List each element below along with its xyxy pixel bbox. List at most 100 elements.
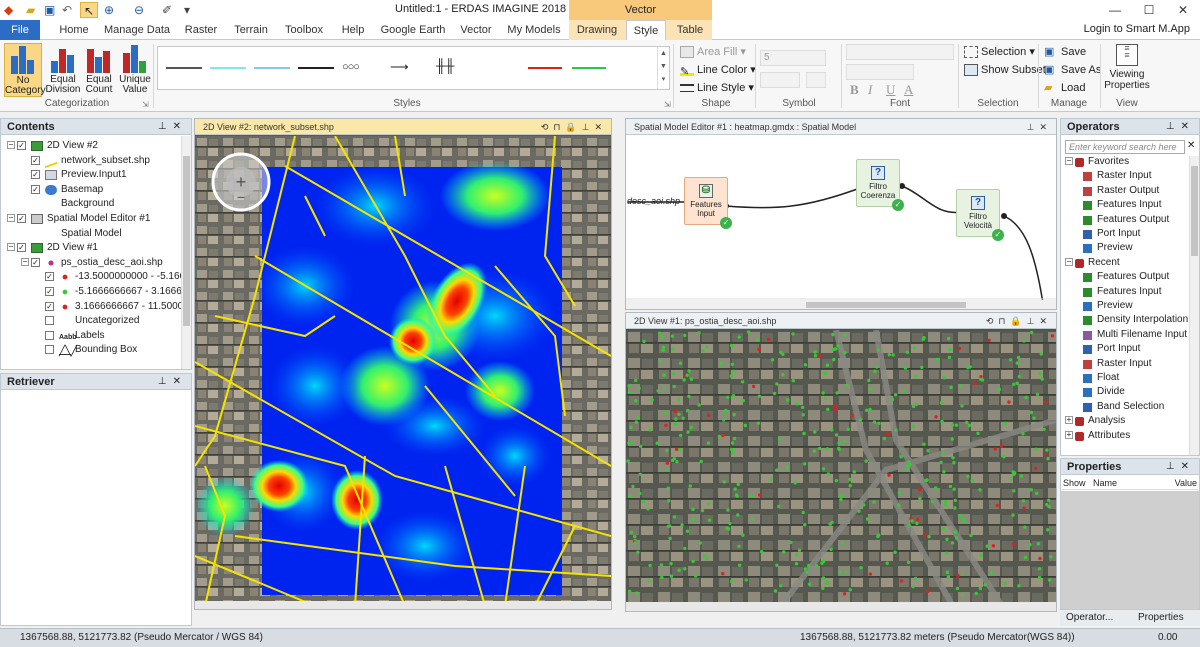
unique-value-button[interactable]: Unique Value: [116, 43, 154, 97]
contents-item[interactable]: ✓ network_subset.shp: [1, 153, 179, 168]
bold-button[interactable]: B: [850, 82, 859, 98]
style-sample-red[interactable]: [528, 67, 562, 69]
gallery-scroll[interactable]: ▲ ▼ ▾: [657, 47, 669, 89]
contents-item[interactable]: Background: [1, 197, 179, 211]
expander-icon[interactable]: −: [21, 257, 29, 266]
contents-item[interactable]: − ✓ 2D View #2: [1, 139, 179, 153]
customize-quick-access-icon[interactable]: ▾: [184, 2, 190, 18]
operator-item[interactable]: − Favorites: [1061, 155, 1189, 169]
tab-operators[interactable]: Operator...: [1066, 610, 1113, 626]
tab-my-models[interactable]: My Models: [504, 20, 564, 40]
line-style-dropdown[interactable]: Line Style ▾: [680, 80, 754, 96]
style-sample-black[interactable]: [298, 67, 334, 69]
line-color-dropdown[interactable]: ✎ Line Color ▾: [680, 62, 756, 78]
expander-icon[interactable]: −: [7, 214, 15, 222]
layer-checkbox[interactable]: ✓: [17, 243, 26, 253]
contents-item[interactable]: Uncategorized: [1, 314, 179, 328]
style-sample-beads-icon[interactable]: ○○○: [342, 61, 360, 73]
tab-google-earth[interactable]: Google Earth: [378, 20, 448, 40]
contents-item[interactable]: − ✓ Spatial Model Editor #1: [1, 212, 179, 226]
2d-view-1[interactable]: 2D View #1: ps_ostia_desc_aoi.shp ⟲⊓🔒⊥✕: [625, 312, 1057, 612]
tab-style[interactable]: Style: [626, 20, 666, 40]
layer-checkbox[interactable]: ✓: [45, 287, 54, 296]
save-style-button[interactable]: ▣ Save: [1044, 44, 1086, 60]
no-category-button[interactable]: No Category: [4, 43, 46, 97]
operator-item[interactable]: Features Input: [1061, 285, 1189, 299]
spatial-model-editor[interactable]: Spatial Model Editor #1 : heatmap.gmdx :…: [625, 118, 1057, 310]
style-sample-cyan[interactable]: [210, 67, 246, 69]
column-show[interactable]: Show: [1063, 476, 1086, 490]
operator-item[interactable]: Band Selection: [1061, 400, 1189, 414]
operator-item[interactable]: Features Output: [1061, 270, 1189, 284]
expander-icon[interactable]: −: [1065, 257, 1073, 266]
panel-pin-close-icons[interactable]: ⊥✕: [158, 374, 187, 390]
login-link[interactable]: Login to Smart M.App: [1084, 23, 1190, 35]
tab-file[interactable]: File: [0, 20, 40, 40]
clear-search-icon[interactable]: ✕: [1187, 140, 1195, 151]
tab-terrain[interactable]: Terrain: [228, 20, 274, 40]
layer-checkbox[interactable]: [45, 330, 54, 340]
layer-checkbox[interactable]: [45, 316, 54, 326]
tab-help[interactable]: Help: [336, 20, 370, 40]
expander-icon[interactable]: −: [7, 243, 15, 252]
pan-icon[interactable]: ✐: [162, 2, 172, 18]
selection-dropdown[interactable]: Selection ▾: [964, 44, 1035, 60]
scroll-thumb[interactable]: [183, 156, 190, 326]
operator-item[interactable]: Port Input: [1061, 342, 1189, 356]
operator-item[interactable]: Raster Input: [1061, 357, 1189, 371]
load-style-button[interactable]: ▰ Load: [1044, 80, 1085, 96]
close-icon[interactable]: ✕: [1166, 0, 1200, 20]
operator-item[interactable]: + Attributes: [1061, 429, 1189, 443]
maximize-icon[interactable]: ☐: [1132, 0, 1166, 20]
view-header-icons[interactable]: ⟲⊓🔒⊥✕: [986, 313, 1052, 329]
viewing-properties-button[interactable]: ≡ ≡ Viewing Properties: [1104, 44, 1150, 92]
zoom-in-icon[interactable]: ⊕: [104, 2, 114, 18]
panel-pin-close-icons[interactable]: ⊥✕: [1166, 119, 1195, 135]
operator-item[interactable]: Preview: [1061, 299, 1189, 313]
open-icon[interactable]: ▰: [26, 2, 35, 18]
font-color-button[interactable]: A: [904, 82, 913, 98]
operators-scrollbar[interactable]: [1189, 156, 1199, 455]
layer-checkbox[interactable]: ✓: [31, 170, 40, 180]
view-header-icons[interactable]: ⊥✕: [1027, 119, 1052, 135]
column-value[interactable]: Value: [1175, 476, 1197, 490]
operator-item[interactable]: Raster Output: [1061, 184, 1189, 198]
panel-pin-close-icons[interactable]: ⊥✕: [1166, 459, 1195, 475]
area-fill-dropdown[interactable]: Area Fill ▾: [680, 44, 746, 60]
save-as-style-button[interactable]: ▣ Save As: [1044, 62, 1101, 78]
symbol-rotation-dropdown[interactable]: [806, 72, 826, 88]
operator-item[interactable]: Multi Filename Input: [1061, 328, 1189, 342]
expander-icon[interactable]: −: [1065, 157, 1073, 165]
style-sample-arrow-icon[interactable]: ⟶: [390, 59, 409, 75]
tab-raster[interactable]: Raster: [180, 20, 222, 40]
operator-search-input[interactable]: Enter keyword search here: [1065, 140, 1185, 154]
operator-item[interactable]: Preview: [1061, 241, 1189, 255]
tab-manage-data[interactable]: Manage Data: [102, 20, 172, 40]
operator-item[interactable]: Divide: [1061, 385, 1189, 399]
style-sample-solid-gray[interactable]: [166, 67, 202, 69]
italic-button[interactable]: I: [868, 82, 872, 98]
symbol-type-dropdown[interactable]: [760, 72, 800, 88]
operator-item[interactable]: Float: [1061, 371, 1189, 385]
equal-count-button[interactable]: Equal Count: [80, 43, 118, 97]
contents-item[interactable]: ✓ -5.1666666667 - 3.16666: [1, 285, 187, 299]
layer-checkbox[interactable]: ✓: [17, 141, 26, 150]
font-size-dropdown[interactable]: [846, 64, 914, 80]
layer-checkbox[interactable]: ✓: [31, 155, 40, 165]
undo-icon[interactable]: ↶: [62, 2, 72, 18]
style-sample-green[interactable]: [572, 67, 606, 69]
underline-button[interactable]: U: [886, 82, 895, 98]
node-filtro-velocita[interactable]: ? Filtro Velocità ✓: [956, 189, 1004, 241]
layer-checkbox[interactable]: ✓: [45, 272, 54, 282]
tab-table[interactable]: Table: [672, 20, 708, 40]
tab-home[interactable]: Home: [52, 20, 96, 40]
expander-icon[interactable]: +: [1065, 416, 1073, 425]
show-subset-button[interactable]: Show Subset: [964, 62, 1046, 78]
expander-icon[interactable]: +: [1065, 430, 1073, 439]
tab-drawing[interactable]: Drawing: [572, 20, 622, 40]
view2-scrollbar[interactable]: [195, 601, 611, 610]
font-family-dropdown[interactable]: [846, 44, 954, 60]
tab-properties[interactable]: Properties: [1138, 610, 1184, 626]
operator-item[interactable]: Port Input: [1061, 227, 1189, 241]
contents-item[interactable]: ✓ 3.1666666667 - 11.5000: [1, 300, 183, 314]
